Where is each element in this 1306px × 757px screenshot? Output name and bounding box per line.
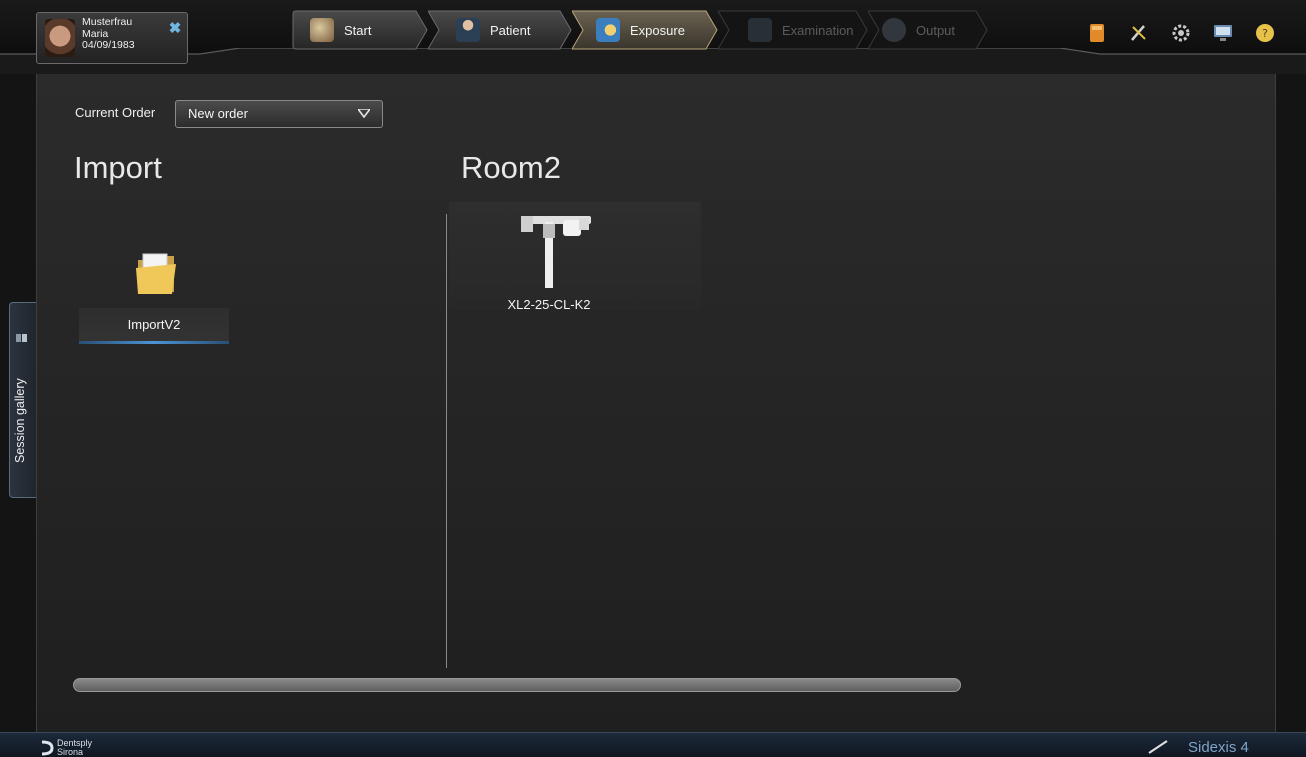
device-name-bar: ImportV2: [79, 308, 229, 342]
step-exposure-label: Exposure: [630, 22, 685, 38]
brand-logo: Dentsply Sirona: [40, 737, 130, 757]
pen-icon: [1148, 740, 1168, 754]
top-bar: Musterfrau Maria 04/09/1983 ✖ Start Pati…: [0, 0, 1306, 74]
person-icon: [456, 18, 480, 42]
tools-icon[interactable]: [1128, 22, 1150, 44]
xray-device-icon: [521, 216, 591, 288]
current-order-value: New order: [188, 106, 248, 121]
house-icon: [310, 18, 334, 42]
right-rail: [1276, 74, 1306, 732]
top-bar-ridge: [0, 48, 1306, 74]
device-name-xl2: XL2-25-CL-K2: [507, 297, 591, 312]
horizontal-scrollbar[interactable]: [73, 678, 1257, 692]
monitor-icon[interactable]: [1212, 22, 1234, 44]
book-icon[interactable]: [1086, 22, 1108, 44]
patient-last-name: Musterfrau: [82, 16, 133, 28]
step-output[interactable]: Output: [868, 10, 988, 50]
step-start[interactable]: Start: [292, 10, 428, 50]
patient-birthdate: 04/09/1983: [82, 39, 135, 51]
section-divider: [446, 214, 447, 668]
exposure-icon: [596, 18, 620, 42]
patient-card[interactable]: Musterfrau Maria 04/09/1983 ✖: [36, 12, 188, 64]
bottom-bar: [0, 732, 1306, 757]
patient-info: Musterfrau Maria 04/09/1983: [82, 16, 135, 52]
step-patient-label: Patient: [490, 22, 531, 38]
step-start-label: Start: [344, 22, 372, 38]
import-section-title: Import: [74, 150, 162, 185]
help-icon[interactable]: ?: [1254, 22, 1276, 44]
step-patient[interactable]: Patient: [428, 10, 572, 50]
step-output-label: Output: [916, 22, 956, 38]
step-examination-label: Examination: [782, 22, 854, 38]
horizontal-scrollbar-thumb[interactable]: [73, 678, 961, 692]
selection-underline: [79, 341, 229, 344]
device-tile-importv2[interactable]: ImportV2: [79, 246, 229, 344]
folder-icon: [136, 253, 176, 294]
chevron-down-icon: [358, 109, 370, 118]
current-order-label: Current Order: [75, 105, 156, 120]
examination-icon: [748, 18, 772, 42]
current-order-dropdown[interactable]: New order: [175, 100, 383, 128]
room-section-title: Room2: [461, 150, 561, 185]
dentsply-logo-icon: [41, 740, 54, 756]
step-exposure[interactable]: Exposure: [572, 10, 718, 50]
settings-gear-icon[interactable]: [1170, 22, 1192, 44]
gallery-icon: [16, 334, 27, 342]
device-name-importv2: ImportV2: [127, 317, 181, 332]
product-name: Sidexis 4: [1188, 739, 1249, 756]
brand-line2: Sirona: [57, 747, 84, 757]
close-patient-icon[interactable]: ✖: [168, 21, 182, 36]
svg-text:?: ?: [1262, 27, 1268, 40]
output-icon: [882, 18, 906, 42]
patient-avatar: [45, 19, 75, 57]
step-examination[interactable]: Examination: [718, 10, 868, 50]
device-tile-xl2[interactable]: XL2-25-CL-K2: [449, 202, 701, 312]
toolbar-icons: ?: [1086, 22, 1296, 44]
session-gallery-label: Session gallery: [13, 378, 27, 463]
session-gallery-tab[interactable]: Session gallery: [9, 302, 36, 498]
main-panel: Current Order New order Import Room2 Imp…: [36, 74, 1276, 732]
